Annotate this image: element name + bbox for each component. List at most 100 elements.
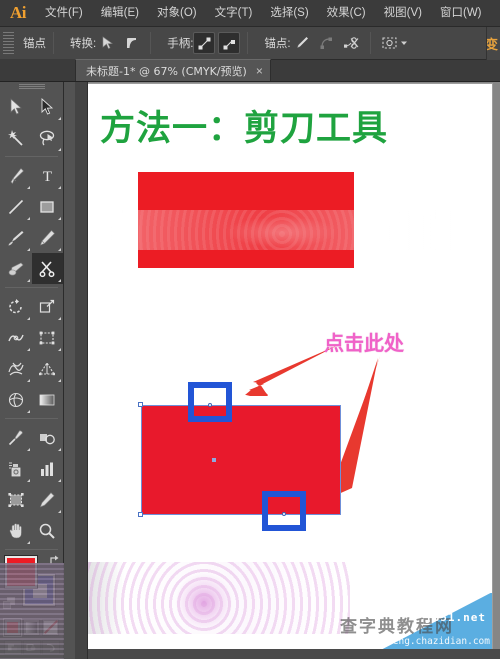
object-center-point <box>212 458 216 462</box>
tools-panel-grip[interactable] <box>0 82 63 91</box>
menu-view[interactable]: 视图(V) <box>375 0 431 27</box>
tools-divider-2 <box>5 287 58 288</box>
site-watermark-url: jiaocheng.chazidian.com <box>358 636 490 647</box>
shape-builder-tool[interactable] <box>1 353 32 384</box>
lasso-tool[interactable] <box>32 122 63 153</box>
tool-flyout-indicator <box>26 348 30 351</box>
tool-grid-transform <box>0 291 63 415</box>
paintbrush-tool[interactable] <box>1 222 32 253</box>
direct-selection-tool[interactable] <box>32 91 63 122</box>
tool-flyout-indicator <box>57 148 61 151</box>
perspective-grid-tool[interactable] <box>32 353 63 384</box>
horizontal-scrollbar[interactable] <box>88 649 500 659</box>
canvas-area[interactable]: 方法一：剪刀工具 点击此处 查字典教程网 jb51.net jiaocheng.… <box>88 82 500 659</box>
show-handles-icon[interactable] <box>193 32 216 54</box>
control-bar-separator-3 <box>247 32 249 54</box>
pencil-tool[interactable] <box>32 222 63 253</box>
remove-anchor-icon[interactable] <box>291 32 313 54</box>
control-bar-overflow[interactable]: 变 <box>486 27 500 60</box>
illustrator-window: Ai 文件(F) 编辑(E) 对象(O) 文字(T) 选择(S) 效果(C) 视… <box>0 0 500 659</box>
tool-flyout-indicator <box>57 217 61 220</box>
eyedropper-tool[interactable] <box>1 422 32 453</box>
close-icon[interactable]: × <box>256 65 263 77</box>
symbol-sprayer-tool[interactable] <box>1 453 32 484</box>
convert-group <box>96 32 143 54</box>
top-red-rectangle[interactable] <box>138 172 354 268</box>
connect-anchors-icon[interactable] <box>316 32 338 54</box>
tool-flyout-indicator <box>26 279 30 282</box>
tools-divider-3 <box>5 418 58 419</box>
rotate-tool[interactable] <box>1 291 32 322</box>
site-watermark-cn: 查字典教程网 <box>340 617 454 637</box>
hide-handles-icon[interactable] <box>218 32 241 54</box>
selection-tool[interactable] <box>1 91 32 122</box>
control-bar-grip[interactable] <box>3 32 14 54</box>
control-bar: 锚点 转换: 手柄: 锚点: <box>0 27 500 60</box>
column-graph-tool[interactable] <box>32 453 63 484</box>
zoom-tool[interactable] <box>32 515 63 546</box>
tool-flyout-indicator <box>57 317 61 320</box>
isolate-selection-icon[interactable] <box>378 32 411 54</box>
slice-tool[interactable] <box>32 484 63 515</box>
scale-tool[interactable] <box>32 291 63 322</box>
vertical-scrollbar[interactable] <box>75 82 87 659</box>
menu-object[interactable]: 对象(O) <box>148 0 206 27</box>
site-watermark-shape <box>352 593 492 651</box>
chevron-down-icon <box>400 41 407 45</box>
tool-flyout-indicator <box>26 379 30 382</box>
tool-flyout-indicator <box>57 248 61 251</box>
selection-handle-tl[interactable] <box>138 402 143 407</box>
tool-flyout-indicator <box>26 217 30 220</box>
artboard-tool[interactable] <box>1 484 32 515</box>
annotation-text[interactable]: 点击此处 <box>324 327 404 356</box>
menu-type[interactable]: 文字(T) <box>206 0 262 27</box>
cut-path-icon[interactable] <box>341 32 363 54</box>
annotation-arrow-layer <box>245 345 380 496</box>
artboard[interactable]: 方法一：剪刀工具 点击此处 查字典教程网 jb51.net jiaocheng.… <box>88 84 492 651</box>
hand-tool[interactable] <box>1 515 32 546</box>
site-watermark-jb: jb51.net <box>425 611 486 624</box>
tool-flyout-indicator <box>26 448 30 451</box>
tool-flyout-indicator <box>57 448 61 451</box>
menu-edit[interactable]: 编辑(E) <box>92 0 148 27</box>
menu-select[interactable]: 选择(S) <box>261 0 317 27</box>
tool-grid-drawing: T <box>0 160 63 284</box>
tool-flyout-indicator <box>26 186 30 189</box>
selection-handle-bl[interactable] <box>138 512 143 517</box>
convert-to-smooth-icon[interactable] <box>121 32 143 54</box>
menu-file[interactable]: 文件(F) <box>36 0 92 27</box>
convert-to-corner-icon[interactable] <box>96 32 118 54</box>
mesh-tool[interactable] <box>1 384 32 415</box>
type-tool[interactable]: T <box>32 160 63 191</box>
document-tab[interactable]: 未标题-1* @ 67% (CMYK/预览) × <box>75 59 271 81</box>
convert-label: 转换: <box>70 38 97 50</box>
tools-divider-4 <box>5 549 58 550</box>
anchors-group <box>291 32 363 54</box>
blob-brush-tool[interactable] <box>1 253 32 284</box>
artwork-title-text[interactable]: 方法一：剪刀工具 <box>100 100 388 151</box>
width-tool[interactable] <box>1 322 32 353</box>
line-segment-tool[interactable] <box>1 191 32 222</box>
rectangle-tool[interactable] <box>32 191 63 222</box>
control-bar-separator-4 <box>369 32 371 54</box>
pen-tool[interactable] <box>1 160 32 191</box>
tool-flyout-indicator <box>57 117 61 120</box>
tools-panel-watermark-overlay <box>0 563 64 659</box>
menu-window[interactable]: 窗口(W) <box>431 0 491 27</box>
click-target-box-bottom[interactable] <box>262 491 306 531</box>
svg-text:T: T <box>42 169 51 184</box>
selection-bounding-box <box>141 405 341 515</box>
menu-effect[interactable]: 效果(C) <box>318 0 375 27</box>
canvas-gutter <box>64 82 88 659</box>
handles-group <box>193 32 241 54</box>
tools-panel: T <box>0 82 64 659</box>
gradient-tool[interactable] <box>32 384 63 415</box>
blend-tool[interactable] <box>32 422 63 453</box>
click-target-box-top[interactable] <box>188 382 232 422</box>
scissors-tool[interactable] <box>31 253 63 284</box>
tool-flyout-indicator <box>26 248 30 251</box>
magic-wand-tool[interactable] <box>1 122 32 153</box>
control-bar-context-label: 锚点 <box>23 38 46 50</box>
free-transform-tool[interactable] <box>32 322 63 353</box>
tool-flyout-indicator <box>57 279 61 282</box>
